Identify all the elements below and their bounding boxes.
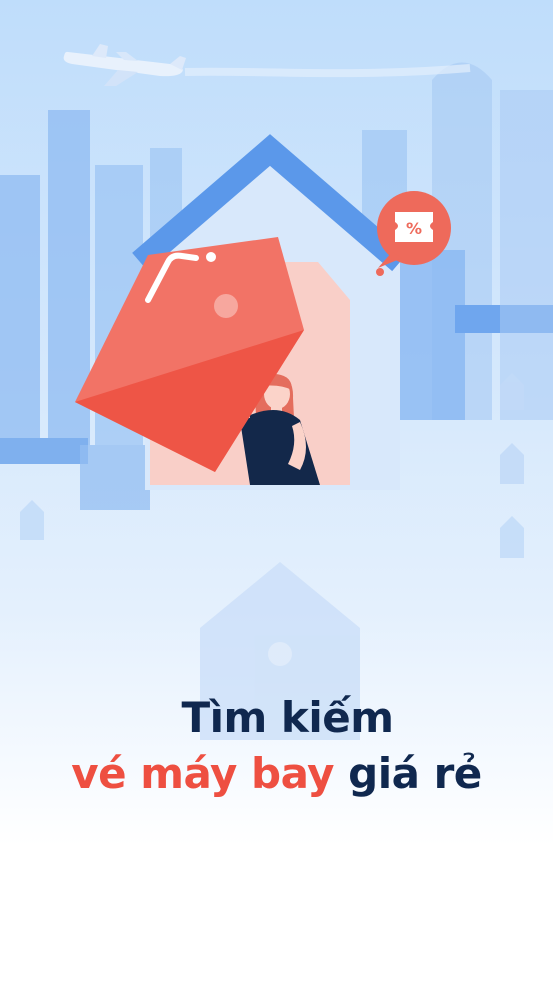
headline: Tìm kiếm vé máy bay giá rẻ [0,690,553,802]
hero-illustration: % [0,44,553,740]
headline-line-2: vé máy bay giá rẻ [0,746,553,802]
airplane-icon [63,44,471,86]
headline-rest-text: giá rẻ [348,749,482,798]
discount-symbol: % [406,219,422,238]
headline-line-1: Tìm kiếm [181,693,394,742]
splash-screen: % Tìm kiếm vé máy bay giá rẻ [0,0,553,984]
headline-accent-text: vé máy bay [71,749,335,798]
